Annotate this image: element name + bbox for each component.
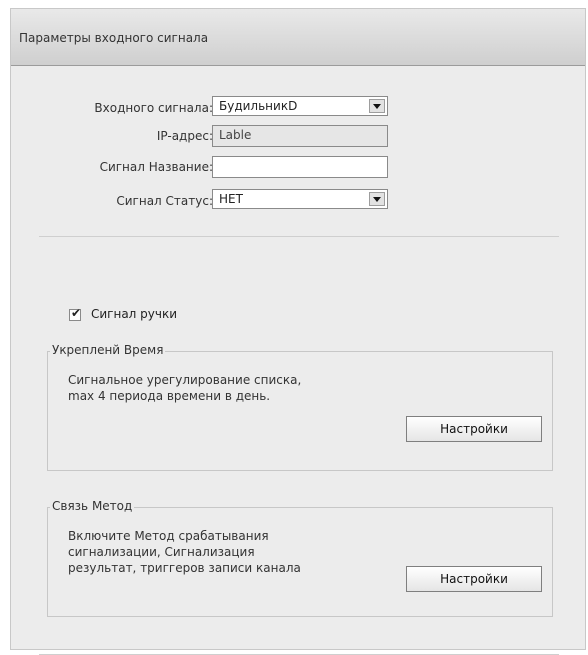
signal-status-label: Сигнал Статус:	[116, 194, 213, 208]
ip-address-label: IP-адрес:	[156, 129, 213, 143]
schedule-description-line-1: Сигнальное урегулирование списка,	[68, 373, 302, 387]
chevron-down-icon[interactable]	[369, 192, 385, 206]
window-title: Параметры входного сигнала	[19, 31, 209, 45]
link-description-line-3: результат, триггеров записи канала	[68, 561, 301, 575]
link-description-line-2: сигнализации, Сигнализация	[68, 545, 255, 559]
title-bar: Параметры входного сигнала	[11, 9, 585, 66]
signal-name-label: Сигнал Название:	[99, 160, 213, 174]
manual-signal-label: Сигнал ручки	[91, 307, 178, 321]
signal-status-select[interactable]: НЕТ	[212, 189, 388, 209]
schedule-group: Укрепленй Время Сигнальное урегулировани…	[47, 343, 553, 471]
schedule-settings-button[interactable]: Настройки	[406, 416, 542, 442]
signal-parameters-window: Параметры входного сигнала Входного сигн…	[10, 8, 586, 655]
link-description-line-1: Включите Метод срабатывания	[68, 529, 269, 543]
chevron-down-icon[interactable]	[369, 99, 385, 113]
ip-address-field: Lable	[212, 125, 388, 147]
link-method-group: Связь Метод Включите Метод срабатывания …	[47, 499, 553, 617]
signal-name-input[interactable]	[212, 156, 388, 178]
link-method-group-legend: Связь Метод	[50, 499, 135, 513]
input-signal-select[interactable]: БудильникD	[212, 96, 388, 116]
checkmark-icon: ✔	[71, 306, 82, 320]
settings-panel: Входного сигнала: БудильникD IP-адрес: L…	[13, 69, 581, 655]
schedule-group-legend: Укрепленй Время	[50, 343, 166, 357]
manual-signal-checkbox[interactable]: ✔	[69, 306, 82, 321]
input-signal-value: БудильникD	[219, 99, 298, 113]
schedule-description-line-2: max 4 периода времени в день.	[68, 389, 271, 403]
input-signal-label: Входного сигнала:	[94, 101, 213, 115]
signal-status-value: НЕТ	[219, 192, 243, 206]
link-settings-button[interactable]: Настройки	[406, 566, 542, 592]
divider	[39, 236, 559, 237]
